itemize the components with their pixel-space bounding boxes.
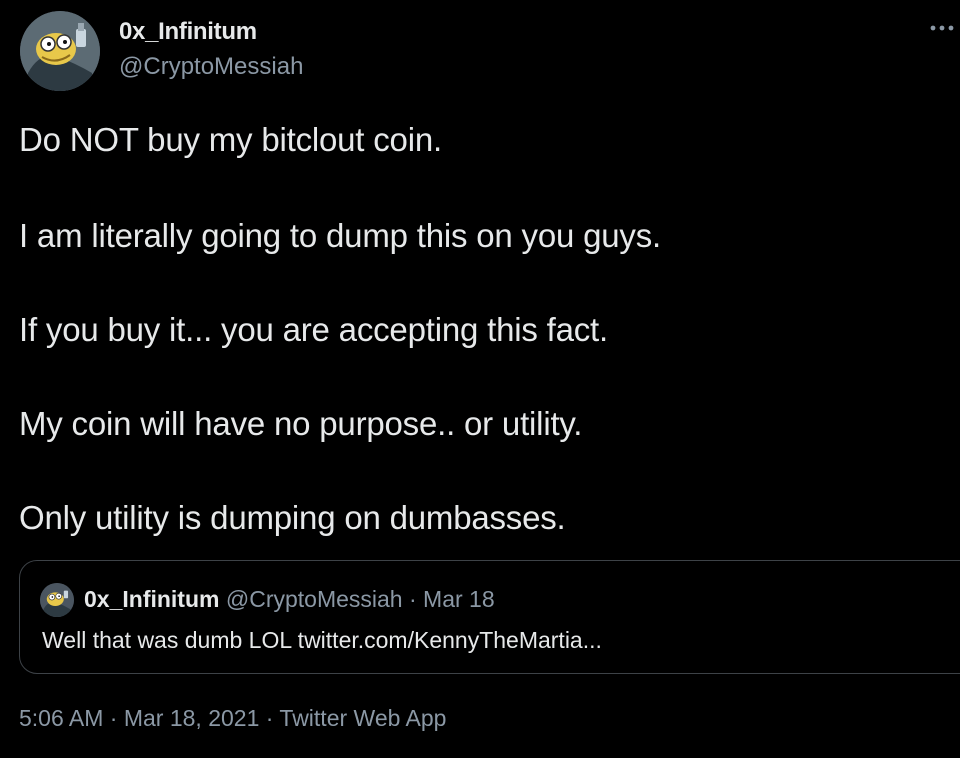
- quoted-display-name: 0x_Infinitum: [84, 586, 220, 612]
- avatar[interactable]: [20, 11, 100, 91]
- tweet-line: Do NOT buy my bitclout coin.: [19, 121, 442, 158]
- meta-separator: ·: [109, 705, 118, 731]
- quoted-text: Well that was dumb LOL twitter.com/Kenny…: [42, 627, 602, 653]
- tweet-time: 5:06 AM: [19, 705, 104, 731]
- tweet-line: Only utility is dumping on dumbasses.: [19, 499, 566, 536]
- author-handle[interactable]: @CryptoMessiah: [119, 53, 303, 81]
- meta-separator: ·: [265, 705, 274, 731]
- tweet-line: I am literally going to dump this on you…: [19, 217, 661, 254]
- cartoon-character-avatar-icon: [40, 583, 74, 617]
- quoted-tweet[interactable]: 0x_Infinitum @CryptoMessiah · Mar 18 Wel…: [19, 560, 960, 674]
- quoted-handle: @CryptoMessiah: [225, 586, 403, 612]
- tweet-line: If you buy it... you are accepting this …: [19, 311, 608, 348]
- quoted-header: 0x_Infinitum @CryptoMessiah · Mar 18: [84, 586, 495, 613]
- tweet-source[interactable]: Twitter Web App: [279, 705, 446, 731]
- tweet: 0x_Infinitum @CryptoMessiah Do NOT buy m…: [0, 0, 960, 758]
- quoted-date: Mar 18: [423, 586, 495, 612]
- cartoon-character-avatar-icon: [20, 11, 100, 91]
- more-dots-icon[interactable]: [928, 16, 956, 40]
- tweet-date: Mar 18, 2021: [123, 705, 260, 731]
- author-display-name[interactable]: 0x_Infinitum: [119, 18, 257, 46]
- quoted-separator: ·: [408, 586, 417, 612]
- quoted-avatar: [40, 583, 74, 617]
- tweet-meta: 5:06 AM · Mar 18, 2021 · Twitter Web App: [19, 705, 446, 732]
- tweet-line: My coin will have no purpose.. or utilit…: [19, 405, 583, 442]
